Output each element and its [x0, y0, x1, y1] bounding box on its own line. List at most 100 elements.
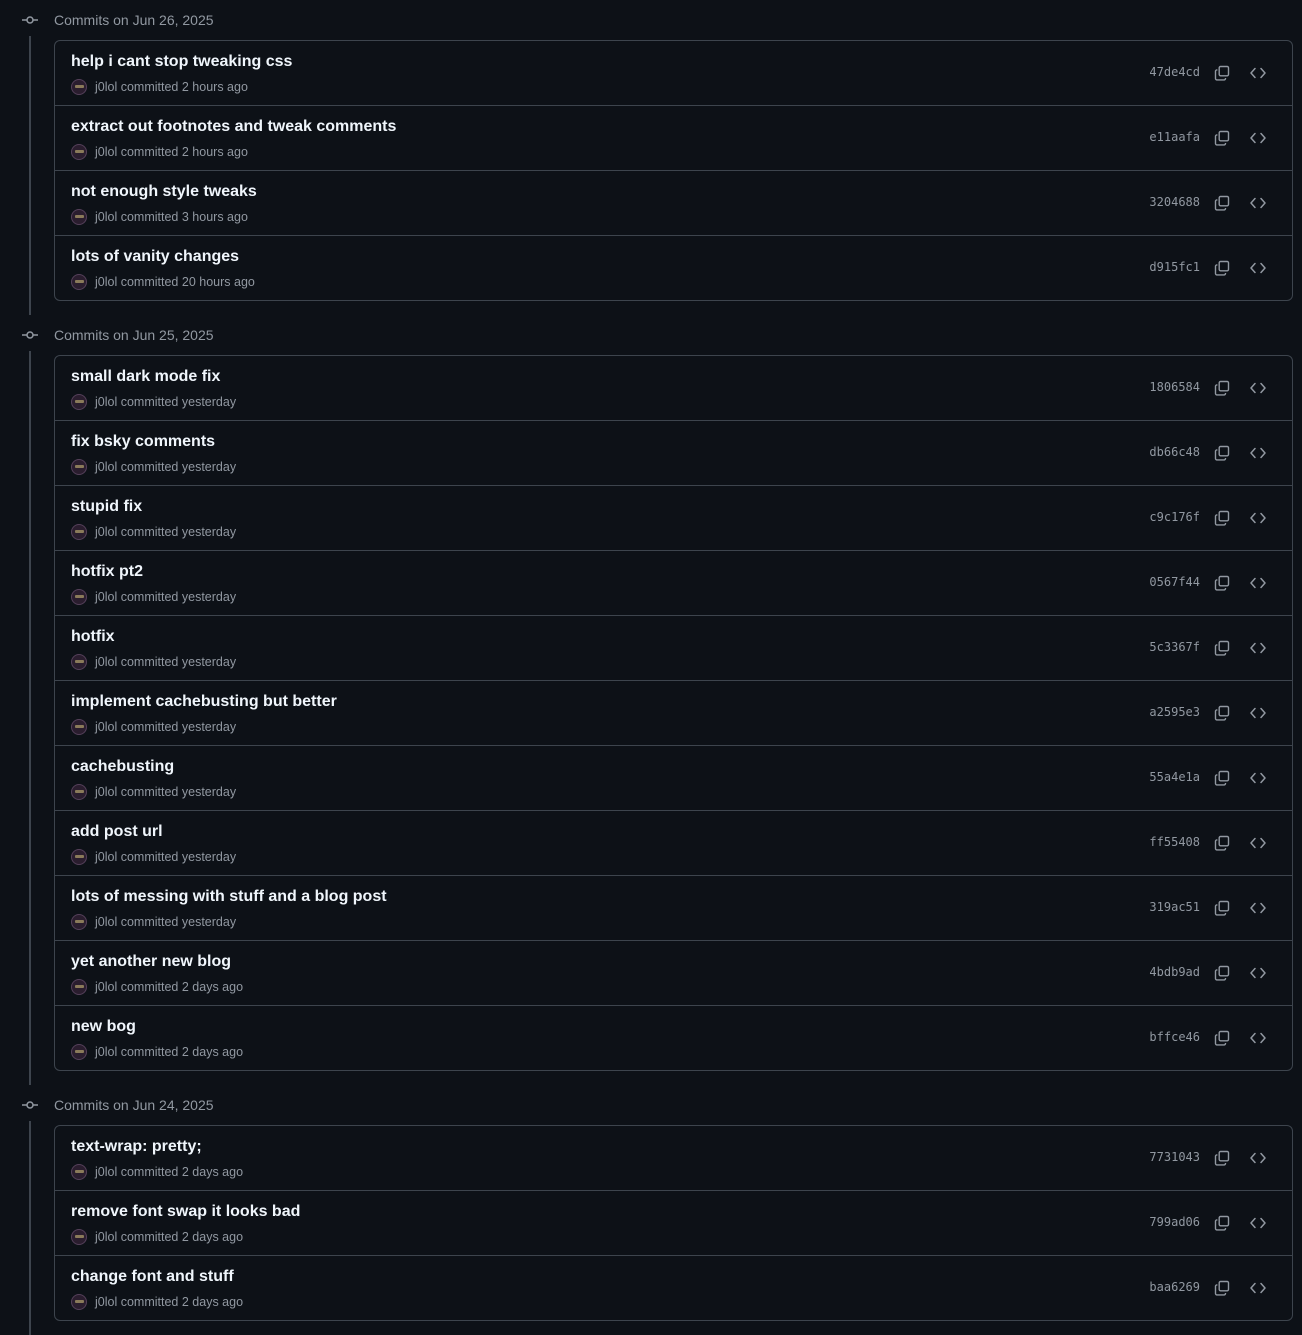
avatar[interactable]	[71, 654, 87, 670]
commit-sha[interactable]: 4bdb9ad	[1149, 965, 1200, 979]
commit-row[interactable]: implement cachebusting but better j0lol …	[55, 680, 1292, 745]
browse-repo-button[interactable]	[1244, 254, 1272, 282]
commit-sha[interactable]: 319ac51	[1149, 900, 1200, 914]
browse-repo-button[interactable]	[1244, 634, 1272, 662]
commit-author[interactable]: j0lol	[95, 1045, 117, 1059]
avatar[interactable]	[71, 979, 87, 995]
copy-sha-button[interactable]	[1208, 894, 1236, 922]
commit-message[interactable]: stupid fix	[71, 497, 142, 517]
browse-repo-button[interactable]	[1244, 569, 1272, 597]
commit-sha[interactable]: baa6269	[1149, 1280, 1200, 1294]
copy-sha-button[interactable]	[1208, 374, 1236, 402]
commit-row[interactable]: add post url j0lol committed yesterday f…	[55, 810, 1292, 875]
copy-sha-button[interactable]	[1208, 59, 1236, 87]
commit-sha[interactable]: db66c48	[1149, 445, 1200, 459]
avatar[interactable]	[71, 1229, 87, 1245]
browse-repo-button[interactable]	[1244, 829, 1272, 857]
commit-message[interactable]: add post url	[71, 822, 163, 842]
commit-message[interactable]: small dark mode fix	[71, 367, 220, 387]
copy-sha-button[interactable]	[1208, 699, 1236, 727]
copy-sha-button[interactable]	[1208, 504, 1236, 532]
browse-repo-button[interactable]	[1244, 959, 1272, 987]
commit-row[interactable]: stupid fix j0lol committed yesterday c9c…	[55, 485, 1292, 550]
commit-row[interactable]: yet another new blog j0lol committed 2 d…	[55, 940, 1292, 1005]
copy-sha-button[interactable]	[1208, 189, 1236, 217]
commit-sha[interactable]: d915fc1	[1149, 260, 1200, 274]
browse-repo-button[interactable]	[1244, 124, 1272, 152]
copy-sha-button[interactable]	[1208, 124, 1236, 152]
commit-author[interactable]: j0lol	[95, 655, 117, 669]
copy-sha-button[interactable]	[1208, 1144, 1236, 1172]
commit-sha[interactable]: c9c176f	[1149, 510, 1200, 524]
browse-repo-button[interactable]	[1244, 504, 1272, 532]
avatar[interactable]	[71, 394, 87, 410]
commit-author[interactable]: j0lol	[95, 145, 117, 159]
avatar[interactable]	[71, 209, 87, 225]
avatar[interactable]	[71, 459, 87, 475]
copy-sha-button[interactable]	[1208, 254, 1236, 282]
commit-author[interactable]: j0lol	[95, 850, 117, 864]
avatar[interactable]	[71, 79, 87, 95]
commit-sha[interactable]: ff55408	[1149, 835, 1200, 849]
copy-sha-button[interactable]	[1208, 569, 1236, 597]
commit-sha[interactable]: 0567f44	[1149, 575, 1200, 589]
commit-message[interactable]: change font and stuff	[71, 1267, 234, 1287]
browse-repo-button[interactable]	[1244, 374, 1272, 402]
commit-row[interactable]: change font and stuff j0lol committed 2 …	[55, 1255, 1292, 1320]
commit-row[interactable]: text-wrap: pretty; j0lol committed 2 day…	[55, 1126, 1292, 1190]
commit-sha[interactable]: 1806584	[1149, 380, 1200, 394]
commit-sha[interactable]: e11aafa	[1149, 130, 1200, 144]
commit-row[interactable]: hotfix pt2 j0lol committed yesterday 056…	[55, 550, 1292, 615]
commit-message[interactable]: not enough style tweaks	[71, 182, 257, 202]
commit-message[interactable]: lots of vanity changes	[71, 247, 239, 267]
commit-author[interactable]: j0lol	[95, 525, 117, 539]
commit-sha[interactable]: 47de4cd	[1149, 65, 1200, 79]
copy-sha-button[interactable]	[1208, 439, 1236, 467]
commit-row[interactable]: remove font swap it looks bad j0lol comm…	[55, 1190, 1292, 1255]
commit-author[interactable]: j0lol	[95, 720, 117, 734]
avatar[interactable]	[71, 274, 87, 290]
browse-repo-button[interactable]	[1244, 894, 1272, 922]
commit-author[interactable]: j0lol	[95, 1230, 117, 1244]
commit-author[interactable]: j0lol	[95, 210, 117, 224]
commit-sha[interactable]: 3204688	[1149, 195, 1200, 209]
avatar[interactable]	[71, 524, 87, 540]
commit-message[interactable]: extract out footnotes and tweak comments	[71, 117, 396, 137]
commit-message[interactable]: lots of messing with stuff and a blog po…	[71, 887, 387, 907]
commit-author[interactable]: j0lol	[95, 785, 117, 799]
commit-message[interactable]: implement cachebusting but better	[71, 692, 337, 712]
avatar[interactable]	[71, 1164, 87, 1180]
browse-repo-button[interactable]	[1244, 1209, 1272, 1237]
commit-author[interactable]: j0lol	[95, 1165, 117, 1179]
avatar[interactable]	[71, 784, 87, 800]
browse-repo-button[interactable]	[1244, 1144, 1272, 1172]
commit-message[interactable]: help i cant stop tweaking css	[71, 52, 292, 72]
commit-message[interactable]: fix bsky comments	[71, 432, 215, 452]
commit-row[interactable]: lots of messing with stuff and a blog po…	[55, 875, 1292, 940]
browse-repo-button[interactable]	[1244, 189, 1272, 217]
browse-repo-button[interactable]	[1244, 59, 1272, 87]
commit-author[interactable]: j0lol	[95, 395, 117, 409]
avatar[interactable]	[71, 914, 87, 930]
commit-sha[interactable]: a2595e3	[1149, 705, 1200, 719]
commit-message[interactable]: cachebusting	[71, 757, 174, 777]
commit-sha[interactable]: 7731043	[1149, 1150, 1200, 1164]
avatar[interactable]	[71, 1294, 87, 1310]
commit-row[interactable]: help i cant stop tweaking css j0lol comm…	[55, 41, 1292, 105]
browse-repo-button[interactable]	[1244, 439, 1272, 467]
avatar[interactable]	[71, 849, 87, 865]
browse-repo-button[interactable]	[1244, 699, 1272, 727]
commit-sha[interactable]: 5c3367f	[1149, 640, 1200, 654]
commit-row[interactable]: new bog j0lol committed 2 days ago bffce…	[55, 1005, 1292, 1070]
commit-row[interactable]: small dark mode fix j0lol committed yest…	[55, 356, 1292, 420]
commit-author[interactable]: j0lol	[95, 80, 117, 94]
avatar[interactable]	[71, 144, 87, 160]
avatar[interactable]	[71, 589, 87, 605]
commit-author[interactable]: j0lol	[95, 1295, 117, 1309]
commit-row[interactable]: hotfix j0lol committed yesterday 5c3367f	[55, 615, 1292, 680]
commit-row[interactable]: cachebusting j0lol committed yesterday 5…	[55, 745, 1292, 810]
commit-message[interactable]: remove font swap it looks bad	[71, 1202, 300, 1222]
browse-repo-button[interactable]	[1244, 1024, 1272, 1052]
commit-message[interactable]: text-wrap: pretty;	[71, 1137, 202, 1157]
commit-sha[interactable]: 799ad06	[1149, 1215, 1200, 1229]
